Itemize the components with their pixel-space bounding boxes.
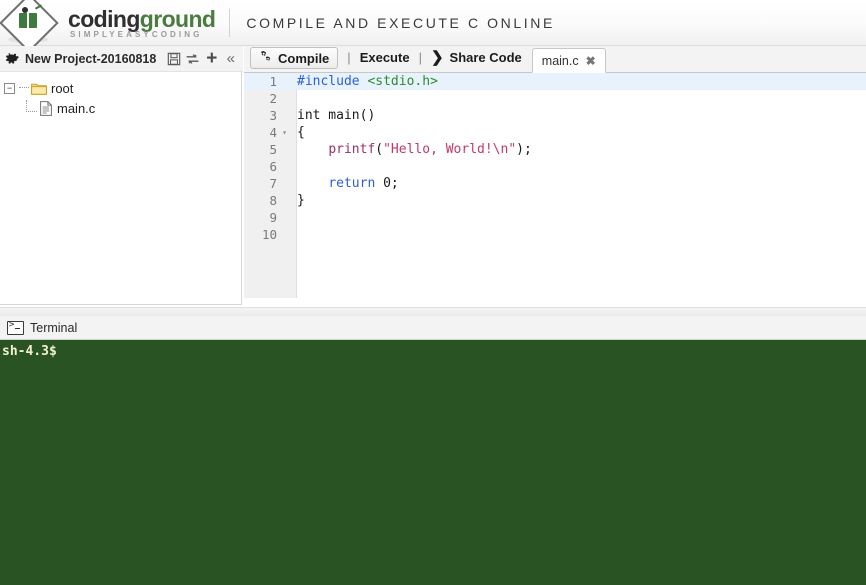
- code-fold-icon[interactable]: ▾: [280, 124, 289, 141]
- project-toolbar: New Project-20160818 + «: [0, 46, 243, 72]
- brand-logo-icon[interactable]: [0, 0, 68, 53]
- close-icon[interactable]: ✖: [586, 54, 596, 68]
- code-line-text: }: [297, 192, 305, 209]
- line-number: 9: [269, 210, 277, 225]
- folder-icon: [31, 82, 47, 95]
- gear-icon[interactable]: [6, 52, 20, 66]
- code-line[interactable]: 9: [244, 209, 866, 226]
- arrow-right-icon: ❯: [430, 48, 444, 66]
- tree-item-mainc-label: main.c: [57, 100, 96, 116]
- project-panel: New Project-20160818 + « − root main.c: [0, 46, 243, 306]
- line-number: 10: [261, 227, 277, 242]
- code-line[interactable]: 3 int main(): [244, 107, 866, 124]
- share-code-button[interactable]: ❯ Share Code: [431, 50, 522, 68]
- brand-name: codingground: [68, 6, 216, 32]
- code-line-text: printf("Hello, World!\n");: [297, 141, 532, 158]
- logo-dot-shape: [22, 7, 28, 13]
- header-divider: [229, 8, 231, 37]
- brand-name-part2: ground: [139, 6, 216, 32]
- plus-icon[interactable]: +: [202, 49, 221, 68]
- page-title: COMPILE AND EXECUTE C ONLINE: [246, 14, 555, 31]
- editor-panel: Compile | Execute | ❯ Share Code main.c …: [244, 46, 866, 306]
- code-line[interactable]: 5 printf("Hello, World!\n");: [244, 141, 866, 158]
- gears-icon: [259, 50, 273, 66]
- code-line-text: {: [297, 124, 305, 141]
- code-line[interactable]: 2: [244, 90, 866, 107]
- compile-button[interactable]: Compile: [250, 47, 339, 69]
- code-line[interactable]: 10: [244, 226, 866, 243]
- code-token: <stdio.h>: [367, 74, 438, 89]
- code-token: return: [328, 176, 376, 191]
- toolbar-separator: |: [418, 50, 422, 65]
- code-lines: 1 #include <stdio.h> 2 3 int main() 4 ▾ {5 prin…: [244, 73, 866, 243]
- code-token: printf: [328, 142, 376, 157]
- code-token: 0;: [375, 176, 399, 191]
- brand-name-part1: coding: [68, 6, 140, 32]
- code-line[interactable]: 8}: [244, 192, 866, 209]
- code-token: #include: [297, 74, 368, 89]
- tree-toggle-icon[interactable]: −: [4, 82, 15, 94]
- toolbar-separator: |: [347, 50, 351, 65]
- code-token: }: [297, 193, 305, 208]
- code-line-text: #include <stdio.h>: [297, 73, 438, 90]
- file-tree-list: − root main.c: [0, 72, 241, 118]
- logo-book-shape: [19, 13, 37, 28]
- code-line[interactable]: 4 ▾ {: [244, 124, 866, 141]
- editor-toolbar: Compile | Execute | ❯ Share Code main.c …: [244, 46, 866, 73]
- tree-connector: [26, 100, 37, 112]
- tab-main-c[interactable]: main.c ✖: [531, 48, 606, 73]
- tree-item-root[interactable]: − root: [4, 78, 241, 98]
- line-number: 4: [269, 125, 277, 140]
- code-line[interactable]: 7 return 0;: [244, 175, 866, 192]
- code-token: (: [375, 142, 384, 157]
- code-line[interactable]: 1 #include <stdio.h>: [244, 73, 866, 90]
- code-line-text: int main(): [297, 107, 375, 124]
- terminal-header: Terminal: [0, 316, 866, 340]
- save-floppy-icon[interactable]: [164, 49, 183, 68]
- code-editor[interactable]: 1 #include <stdio.h> 2 3 int main() 4 ▾ {5 prin…: [244, 73, 866, 298]
- code-line-text: return 0;: [297, 175, 399, 192]
- line-number: 6: [269, 159, 277, 174]
- collapse-left-icon[interactable]: «: [221, 49, 240, 68]
- code-line[interactable]: 6: [244, 158, 866, 175]
- line-number: 5: [269, 142, 277, 157]
- console-icon: [7, 319, 24, 335]
- terminal-output[interactable]: sh-4.3$: [0, 340, 866, 585]
- line-number: 2: [269, 91, 277, 106]
- brand-tagline: SIMPLYEASYCODING: [70, 30, 203, 39]
- code-token: int main(): [297, 108, 376, 123]
- tree-connector: [19, 87, 29, 89]
- page-header: codingground SIMPLYEASYCODING COMPILE AN…: [0, 0, 866, 53]
- project-name: New Project-20160818: [25, 51, 157, 66]
- terminal-line: sh-4.3$: [2, 344, 57, 359]
- share-code-label: Share Code: [449, 50, 522, 65]
- execute-button[interactable]: Execute: [360, 50, 410, 68]
- line-number: 3: [269, 108, 277, 123]
- tree-item-mainc[interactable]: main.c: [4, 98, 241, 118]
- file-tree: − root main.c: [0, 72, 242, 305]
- tab-main-c-label: main.c: [541, 53, 579, 68]
- compile-button-label: Compile: [278, 50, 330, 66]
- line-number: 7: [269, 176, 277, 191]
- coding-ground-app: codingground SIMPLYEASYCODING COMPILE AN…: [0, 0, 866, 585]
- terminal-title: Terminal: [30, 320, 78, 335]
- refresh-sync-icon[interactable]: [183, 49, 202, 68]
- line-number: 8: [269, 193, 277, 208]
- brand-wordmark[interactable]: codingground SIMPLYEASYCODING: [68, 5, 216, 40]
- line-number: 1: [269, 74, 277, 89]
- code-token: {: [297, 125, 305, 140]
- file-icon: [40, 100, 52, 116]
- tree-item-root-label: root: [51, 80, 74, 96]
- code-token: );: [516, 142, 532, 157]
- editor-actions: Compile | Execute | ❯ Share Code: [244, 46, 522, 72]
- code-token: "Hello, World!\n": [383, 142, 517, 157]
